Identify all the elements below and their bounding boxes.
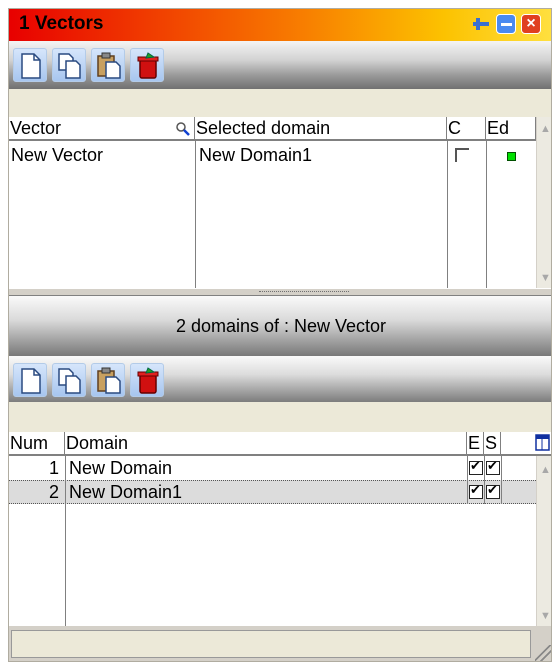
- column-header-vector[interactable]: Vector: [9, 117, 195, 139]
- paste-domain-button[interactable]: [91, 363, 125, 397]
- status-panel: [11, 630, 531, 658]
- delete-icon: [137, 52, 159, 79]
- scroll-down-icon[interactable]: ▼: [540, 272, 551, 284]
- vectors-toolbar: [9, 41, 551, 89]
- domain-name-cell[interactable]: New Domain: [69, 456, 172, 480]
- copy-icon: [58, 53, 81, 79]
- paste-icon: [97, 367, 121, 394]
- delete-icon: [137, 367, 159, 394]
- column-header-e[interactable]: E: [467, 432, 484, 454]
- close-button[interactable]: ×: [521, 14, 541, 34]
- new-icon: [21, 53, 41, 79]
- domain-name-cell[interactable]: New Domain1: [69, 480, 182, 504]
- minimize-button[interactable]: [496, 14, 516, 34]
- copy-vector-button[interactable]: [52, 48, 86, 82]
- column-header-selected-domain[interactable]: Selected domain: [195, 117, 447, 139]
- column-header-num[interactable]: Num: [9, 432, 65, 454]
- new-icon: [21, 368, 41, 394]
- scroll-down-icon[interactable]: ▼: [540, 610, 551, 622]
- resize-grip-icon[interactable]: [535, 645, 551, 661]
- domains-grid-header: Num Domain E S: [9, 432, 551, 456]
- panel-splitter[interactable]: [9, 288, 551, 296]
- table-row[interactable]: 1 New Domain: [9, 456, 536, 480]
- scroll-up-icon[interactable]: ▲: [540, 464, 551, 476]
- column-header-c[interactable]: C: [447, 117, 486, 139]
- status-bar: [9, 626, 551, 661]
- ed-status-indicator[interactable]: [507, 152, 516, 161]
- pin-icon[interactable]: [471, 14, 491, 34]
- s-checkbox[interactable]: [486, 482, 500, 499]
- domains-grid: 1 New Domain 2 New Domain1: [9, 456, 536, 626]
- column-header-domain[interactable]: Domain: [65, 432, 467, 454]
- num-cell: 2: [48, 482, 59, 502]
- delete-vector-button[interactable]: [130, 48, 164, 82]
- scroll-up-icon[interactable]: ▲: [540, 123, 551, 135]
- num-cell: 1: [48, 458, 59, 478]
- delete-domain-button[interactable]: [130, 363, 164, 397]
- column-header-vector-label: Vector: [10, 118, 62, 138]
- domains-panel-caption: 2 domains of : New Vector: [9, 296, 551, 356]
- title-bar[interactable]: 1 Vectors ×: [9, 9, 551, 41]
- e-checkbox[interactable]: [469, 482, 483, 499]
- paste-vector-button[interactable]: [91, 48, 125, 82]
- s-checkbox[interactable]: [486, 458, 500, 475]
- c-checkbox[interactable]: [455, 148, 469, 162]
- window-title: 1 Vectors: [19, 13, 104, 34]
- vectors-scrollbar[interactable]: ▲ ▼: [536, 117, 551, 288]
- paste-icon: [97, 52, 121, 79]
- copy-domain-button[interactable]: [52, 363, 86, 397]
- selected-domain-cell[interactable]: New Domain1: [199, 143, 312, 167]
- new-domain-button[interactable]: [13, 363, 47, 397]
- copy-icon: [58, 368, 81, 394]
- table-row[interactable]: New Vector New Domain1: [9, 143, 536, 167]
- column-header-s[interactable]: S: [484, 432, 501, 454]
- new-vector-button[interactable]: [13, 48, 47, 82]
- search-icon[interactable]: [175, 121, 191, 137]
- vectors-window: 1 Vectors × Vector Selected domain C Ed: [8, 8, 552, 662]
- vectors-grid-header: Vector Selected domain C Ed: [9, 117, 536, 141]
- e-checkbox[interactable]: [469, 458, 483, 475]
- vector-name-cell[interactable]: New Vector: [11, 143, 103, 167]
- vectors-grid: New Vector New Domain1: [9, 141, 536, 288]
- column-header-ed[interactable]: Ed: [486, 117, 536, 139]
- splitter-grip[interactable]: [259, 291, 349, 294]
- domains-scrollbar[interactable]: ▲ ▼: [536, 456, 551, 626]
- column-chooser-icon[interactable]: [535, 434, 551, 452]
- domains-toolbar: [9, 356, 551, 402]
- table-row[interactable]: 2 New Domain1: [9, 480, 536, 504]
